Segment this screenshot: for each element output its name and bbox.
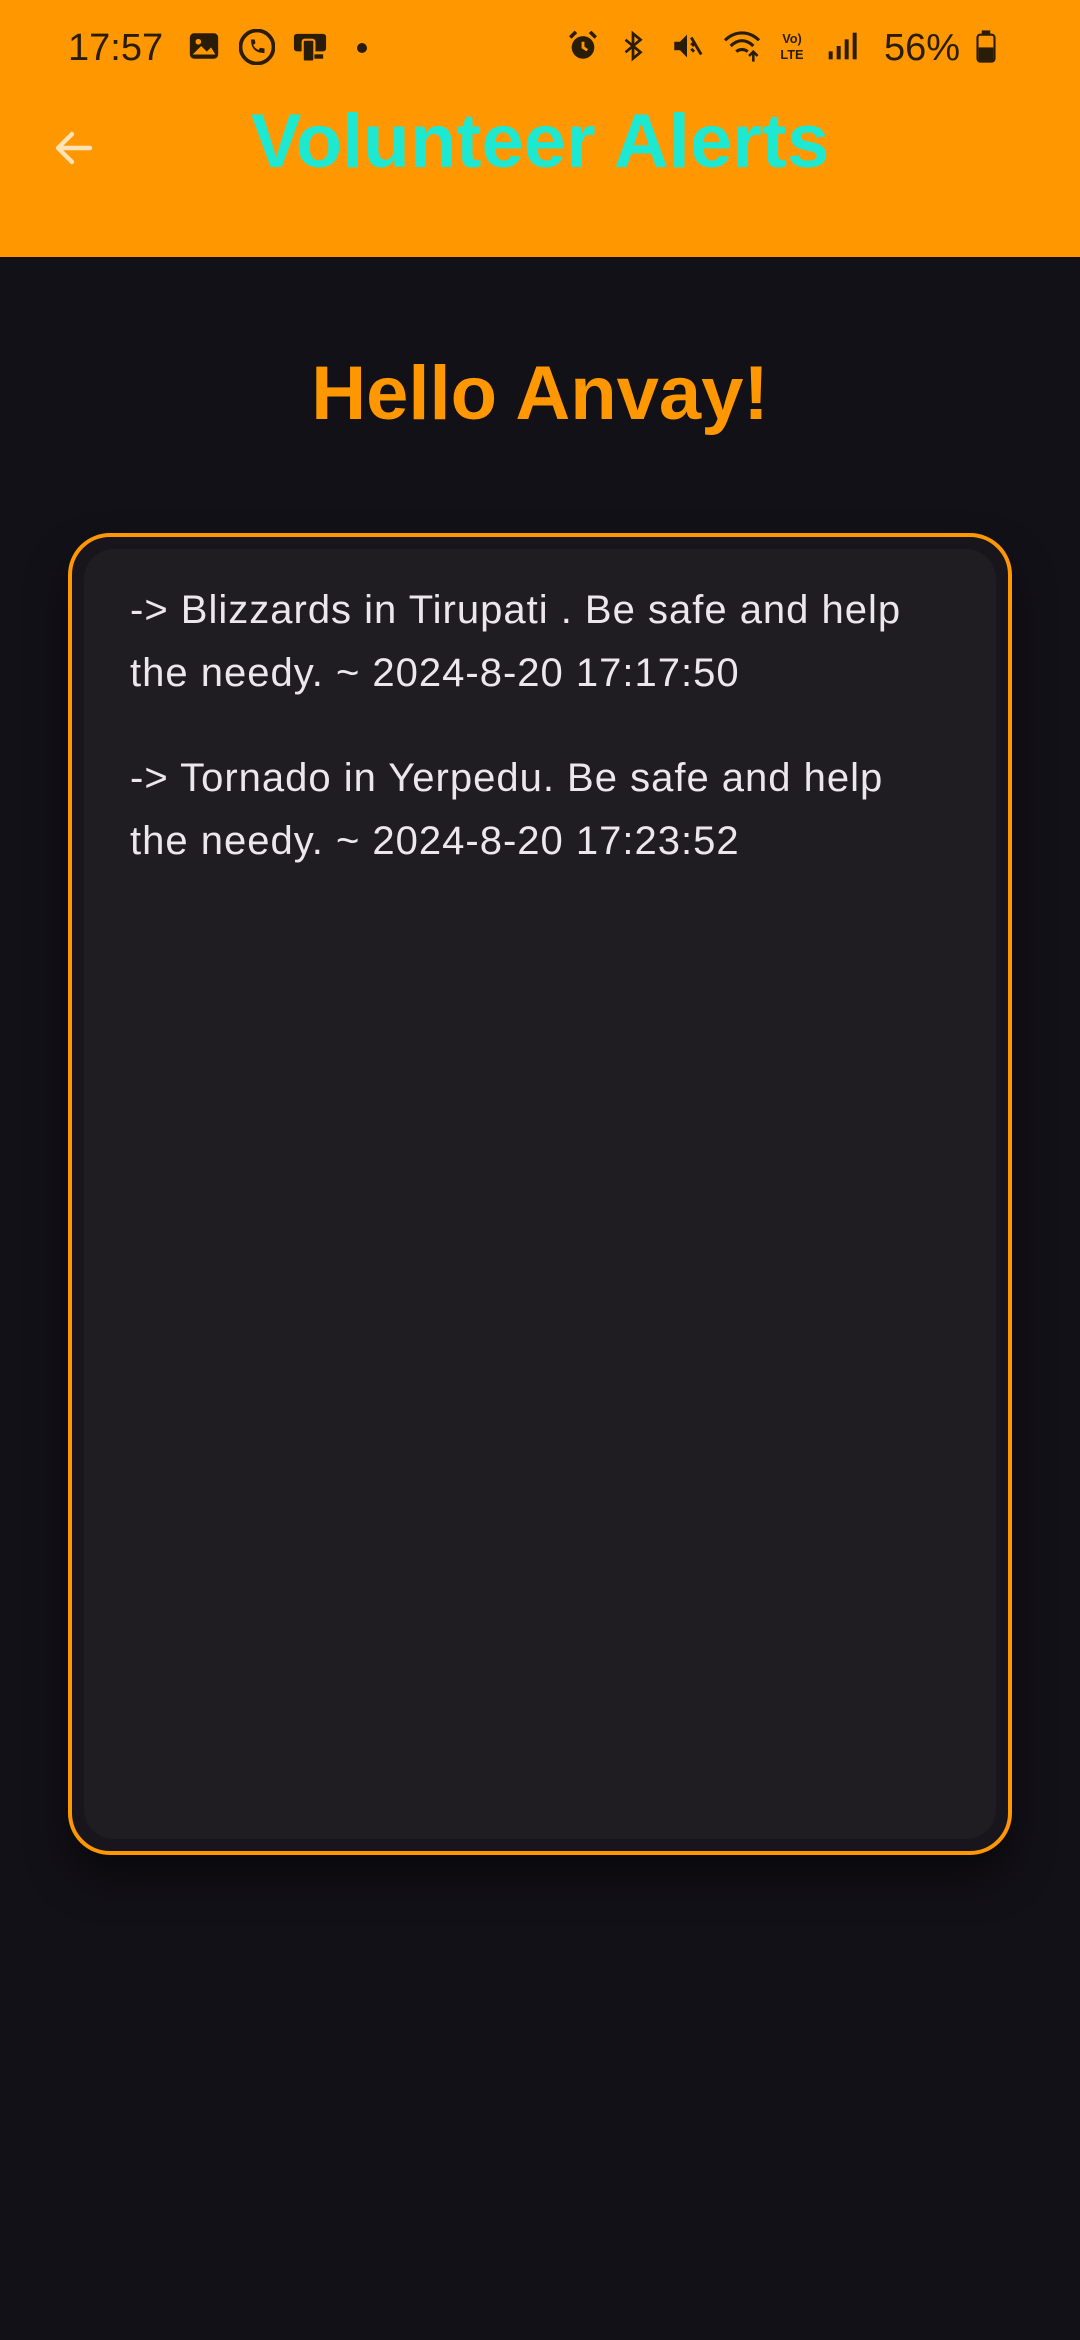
signal-icon — [826, 29, 864, 67]
gallery-icon — [187, 29, 225, 67]
greeting-heading: Hello Anvay! — [311, 351, 769, 436]
svg-text:Vo): Vo) — [782, 31, 802, 46]
status-bar: 17:57 Vo) LTE 56% — [0, 0, 1080, 96]
svg-text:LTE: LTE — [780, 47, 803, 62]
status-time: 17:57 — [68, 26, 164, 69]
bluetooth-icon — [618, 29, 656, 67]
notification-dot-icon — [357, 43, 368, 53]
wifi-icon — [722, 29, 761, 67]
mute-icon — [670, 29, 708, 67]
alerts-list[interactable]: -> Blizzards in Tirupati . Be safe and h… — [84, 549, 996, 1839]
phone-call-icon — [238, 28, 277, 67]
status-bar-right: Vo) LTE 56% — [566, 27, 1012, 70]
alert-item: -> Tornado in Yerpedu. Be safe and help … — [130, 756, 884, 863]
status-bar-left: 17:57 — [68, 26, 368, 70]
app-bar: 17:57 Vo) LTE 56% Volunteer Alerts — [0, 0, 1080, 257]
alert-item: -> Blizzards in Tirupati . Be safe and h… — [130, 588, 902, 695]
device-icon — [291, 29, 329, 67]
battery-icon — [974, 29, 1012, 67]
volte-icon: Vo) LTE — [774, 29, 812, 67]
alerts-card: -> Blizzards in Tirupati . Be safe and h… — [68, 533, 1012, 1855]
alarm-icon — [566, 29, 604, 67]
battery-percentage: 56% — [883, 26, 960, 69]
app-bar-title: Volunteer Alerts — [250, 99, 830, 184]
